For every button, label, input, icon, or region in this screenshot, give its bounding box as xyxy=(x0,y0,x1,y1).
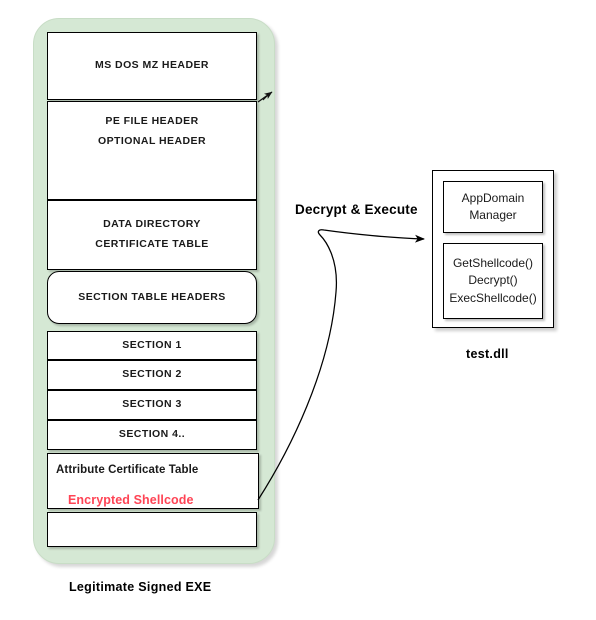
pe-section-label: SECTION 1 xyxy=(122,338,182,351)
method-decrypt: Decrypt() xyxy=(468,273,518,288)
pe-section-section-table-headers[interactable]: SECTION TABLE HEADERS xyxy=(47,271,257,324)
pe-section-label-line1: DATA DIRECTORY xyxy=(103,218,201,231)
pe-section-label-line2: CERTIFICATE TABLE xyxy=(95,238,209,250)
pe-section-section-4[interactable]: SECTION 4.. xyxy=(47,420,257,450)
pe-section-section-3[interactable]: SECTION 3 xyxy=(47,390,257,420)
appdomain-manager-line2: Manager xyxy=(469,208,517,222)
test-dll-caption: test.dll xyxy=(466,347,509,361)
pe-section-label: SECTION 4.. xyxy=(118,428,186,441)
decrypt-and-execute-label: Decrypt & Execute xyxy=(295,202,418,217)
pe-section-label: SECTION 3 xyxy=(122,398,182,411)
method-exec-shellcode: ExecShellcode() xyxy=(449,290,537,305)
appdomain-manager-line1: AppDomain xyxy=(461,190,525,205)
pe-section-label: MS DOS MZ HEADER xyxy=(95,59,209,72)
pe-section-section-1[interactable]: SECTION 1 xyxy=(47,331,257,360)
pe-section-pe-file-header[interactable]: PE FILE HEADER OPTIONAL HEADER xyxy=(47,101,257,200)
encrypted-shellcode-label: Encrypted Shellcode xyxy=(68,492,194,507)
diagram-canvas: MS DOS MZ HEADER PE FILE HEADER OPTIONAL… xyxy=(0,0,596,620)
pe-section-label: SECTION 2 xyxy=(122,368,182,381)
pe-section-data-directory-certificate-table[interactable]: DATA DIRECTORY CERTIFICATE TABLE xyxy=(47,200,257,270)
pe-section-ms-dos-mz-header[interactable]: MS DOS MZ HEADER xyxy=(47,32,257,100)
legitimate-signed-exe-caption: Legitimate Signed EXE xyxy=(69,580,212,594)
pe-section-label-line1: PE FILE HEADER xyxy=(105,115,199,127)
dll-methods-box[interactable]: GetShellcode() Decrypt() ExecShellcode() xyxy=(443,243,543,319)
pe-section-attribute-certificate-table[interactable]: Attribute Certificate Table Encrypted Sh… xyxy=(47,453,259,509)
pe-section-section-2[interactable]: SECTION 2 xyxy=(47,360,257,390)
pe-section-trailing-block[interactable] xyxy=(47,512,257,547)
pe-section-label: SECTION TABLE HEADERS xyxy=(78,290,226,303)
attribute-certificate-table-label: Attribute Certificate Table xyxy=(56,464,199,476)
pe-section-label-line2: OPTIONAL HEADER xyxy=(97,134,207,147)
decrypt-execute-arrow xyxy=(257,229,425,501)
test-dll-container[interactable]: AppDomain Manager GetShellcode() Decrypt… xyxy=(432,170,554,328)
method-get-shellcode: GetShellcode() xyxy=(452,256,534,271)
appdomain-manager-box[interactable]: AppDomain Manager xyxy=(443,181,543,233)
